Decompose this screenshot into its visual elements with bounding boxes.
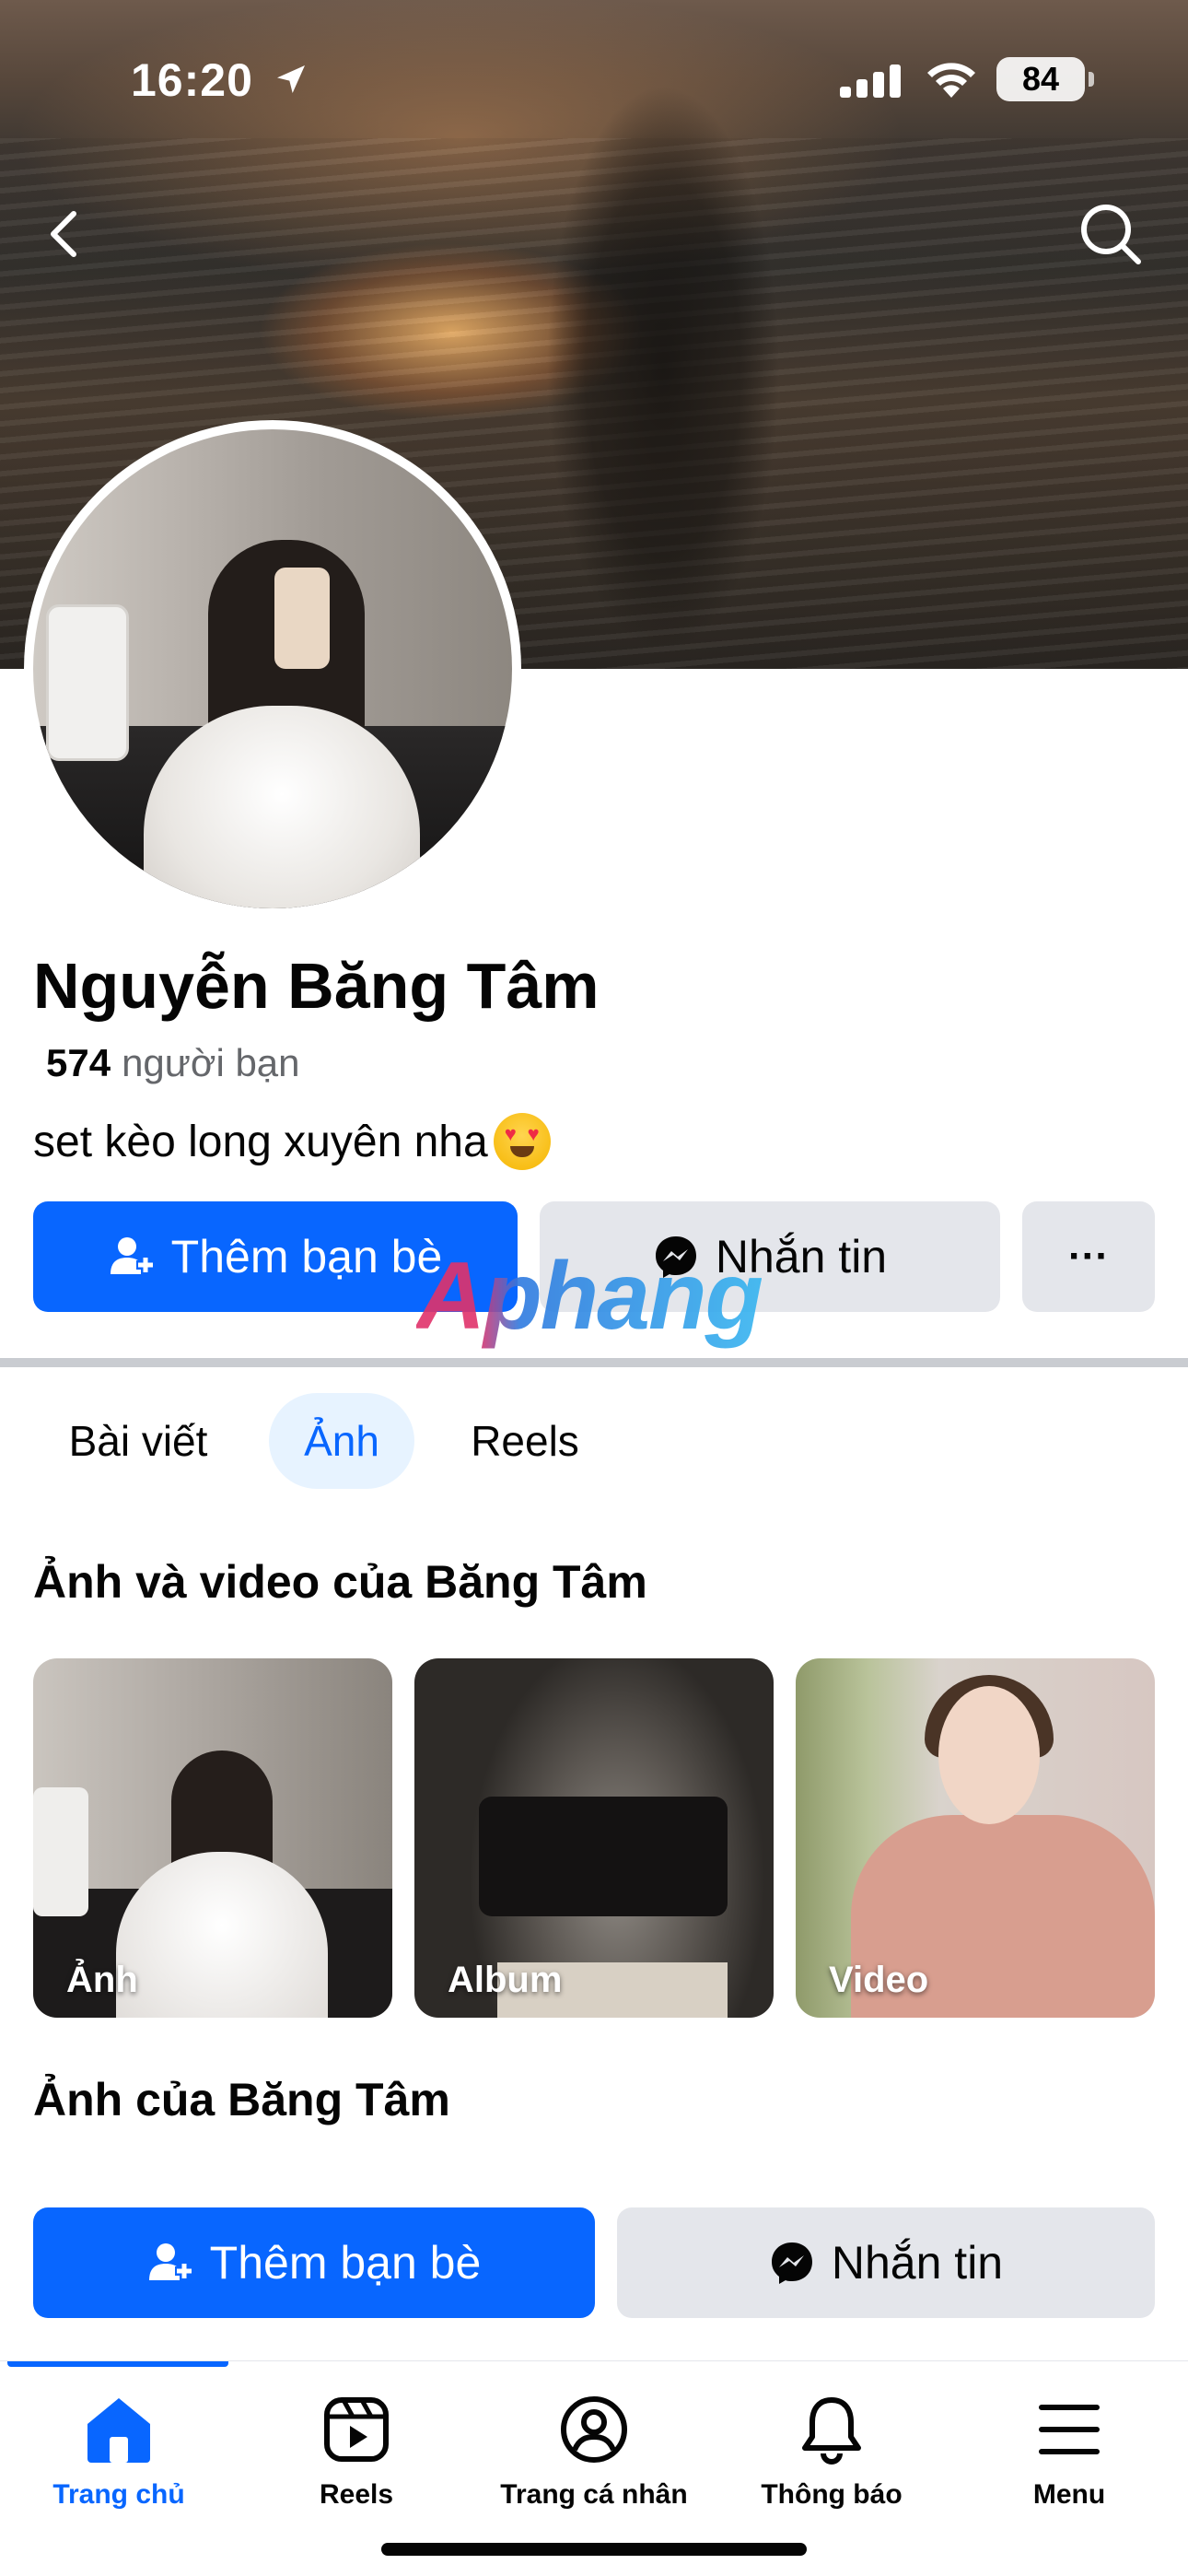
video-thumbnail[interactable]: Video: [796, 1658, 1155, 2018]
cellular-signal-icon: [840, 61, 906, 98]
battery-indicator: 84: [996, 57, 1094, 101]
active-tab-indicator: [7, 2361, 228, 2367]
reels-icon: [324, 2397, 389, 2462]
add-friend-label: Thêm bạn bè: [209, 2237, 482, 2289]
add-friend-icon: [148, 2243, 193, 2280]
status-time: 16:20: [131, 54, 253, 106]
nav-label: Trang cá nhân: [500, 2479, 688, 2510]
profile-name: Nguyễn Băng Tâm: [33, 950, 600, 1022]
nav-home[interactable]: Trang chủ: [0, 2395, 238, 2511]
profile-icon: [561, 2396, 627, 2463]
bio-text: set kèo long xuyên nha: [33, 1117, 488, 1166]
section-divider: [0, 1358, 1188, 1367]
nav-label: Reels: [319, 2479, 394, 2510]
add-friend-label: Thêm bạn bè: [170, 1231, 443, 1282]
album-thumbnail[interactable]: Album: [414, 1658, 774, 2018]
nav-profile[interactable]: Trang cá nhân: [475, 2395, 713, 2511]
thumbnail-label: Ảnh: [66, 1960, 138, 2000]
nav-label: Thông báo: [761, 2479, 903, 2510]
tab-reels[interactable]: Reels: [444, 1393, 606, 1489]
more-options-icon: ···: [1068, 1234, 1109, 1279]
bell-icon: [802, 2397, 861, 2465]
message-label: Nhắn tin: [831, 2237, 1004, 2289]
friends-count-link[interactable]: 574 người bạn: [46, 1041, 300, 1085]
photos-thumbnail[interactable]: Ảnh: [33, 1658, 392, 2018]
bottom-message-button[interactable]: Nhắn tin: [617, 2207, 1155, 2318]
nav-menu[interactable]: Menu: [950, 2395, 1188, 2511]
nav-label: Menu: [1032, 2479, 1106, 2510]
heart-eyes-emoji-icon: [493, 1113, 551, 1170]
back-arrow-icon[interactable]: [37, 205, 96, 263]
watermark-logo: Aphang: [416, 1243, 763, 1350]
nav-reels[interactable]: Reels: [238, 2395, 475, 2511]
nav-notifications[interactable]: Thông báo: [713, 2395, 950, 2511]
friends-label: người bạn: [122, 1041, 300, 1084]
thumbnail-label: Video: [829, 1960, 929, 2000]
home-indicator: [381, 2543, 807, 2556]
profile-bio: set kèo long xuyên nha: [33, 1113, 551, 1170]
photos-of-title: Ảnh của Băng Tâm: [33, 2074, 450, 2125]
avatar-photo: [33, 429, 512, 908]
profile-avatar[interactable]: [24, 420, 521, 918]
more-options-button[interactable]: ···: [1022, 1201, 1155, 1312]
photos-videos-title: Ảnh và video của Băng Tâm: [33, 1556, 647, 1608]
menu-icon: [1039, 2405, 1100, 2454]
location-arrow-icon: [277, 65, 305, 93]
friends-count: 574: [46, 1041, 111, 1084]
tab-posts[interactable]: Bài viết: [37, 1393, 239, 1489]
messenger-icon: [771, 2242, 812, 2284]
search-icon[interactable]: [1077, 201, 1144, 267]
bottom-add-friend-button[interactable]: Thêm bạn bè: [33, 2207, 595, 2318]
home-icon: [87, 2398, 150, 2463]
thumbnail-label: Album: [448, 1960, 563, 2000]
add-friend-icon: [110, 1237, 155, 1274]
nav-label: Trang chủ: [52, 2479, 185, 2510]
tab-photos[interactable]: Ảnh: [269, 1393, 414, 1489]
wifi-icon: [927, 63, 975, 98]
status-bar: 16:20 84: [0, 0, 1188, 138]
